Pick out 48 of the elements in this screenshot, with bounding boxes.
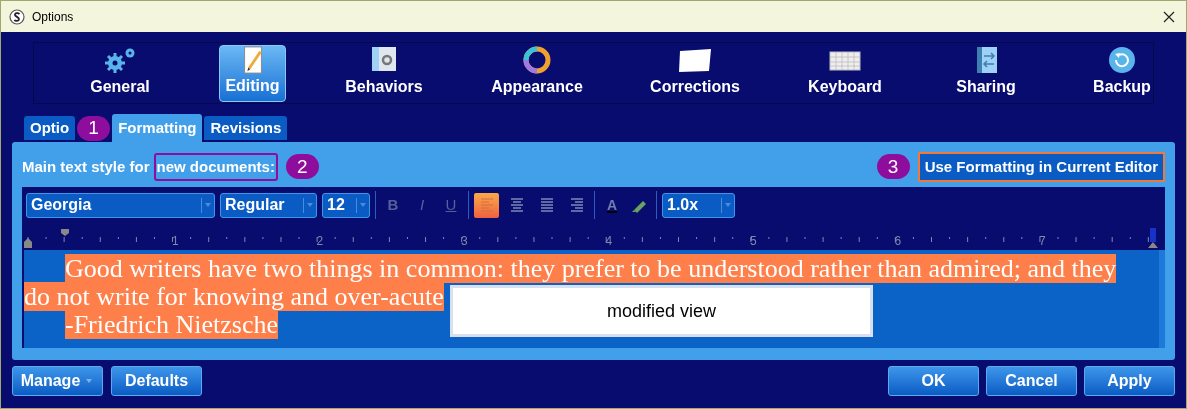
number-badge: 3 [876, 154, 910, 180]
caret-icon [722, 201, 734, 209]
tab[interactable]: Optio [24, 116, 76, 140]
footer-button[interactable]: Apply [1084, 366, 1175, 396]
caret-icon [357, 201, 369, 209]
footer-button[interactable]: Cancel [986, 366, 1077, 396]
number-badge: 1 [77, 115, 111, 141]
category-tab[interactable]: Sharing [951, 44, 1021, 102]
size-dropdown[interactable]: 12 [322, 192, 370, 218]
style-label: Main text style for [22, 156, 150, 177]
ruler-number: 2 [316, 235, 325, 247]
style-dropdown[interactable]: Regular [220, 192, 317, 218]
ruler-number: 5 [750, 235, 758, 247]
overlay-label: modified view [450, 285, 873, 337]
ruler-number: 4 [605, 235, 614, 247]
footer-button[interactable]: Manage [12, 366, 103, 396]
align-icon [509, 197, 524, 213]
align-icon [539, 197, 554, 213]
caret-icon [304, 201, 316, 209]
category-tab[interactable]: Behaviors [340, 44, 428, 102]
align-icon [479, 197, 494, 213]
text-color-button[interactable]: A [600, 193, 624, 217]
footer-button[interactable]: Defaults [111, 366, 202, 396]
text-editor[interactable]: Good writers have two things in common: they prefer to be understood rather than admired; and they do not write for knowing and over-acute -Friedrich Nietzsche modified view [22, 250, 1165, 348]
highlighted-label: new documents: [153, 153, 278, 181]
font-dropdown[interactable]: Georgia [26, 192, 215, 218]
category-tab[interactable]: Keyboard [803, 44, 887, 102]
use-formatting-button[interactable]: Use Formatting in Current Editor [917, 152, 1165, 182]
footer-button[interactable]: OK [888, 366, 979, 396]
ruler-number: 7 [1039, 235, 1047, 247]
category-tab[interactable]: General [85, 44, 155, 102]
ruler-number: 6 [894, 235, 903, 247]
category-tab[interactable]: Appearance [486, 44, 588, 102]
tab[interactable]: Revisions [204, 116, 288, 140]
category-tab[interactable]: Editing [219, 44, 286, 102]
app-logo-icon [9, 8, 25, 25]
align-button[interactable] [474, 192, 499, 218]
spacing-dropdown[interactable]: 1.0x [662, 192, 735, 218]
number-badge: 2 [285, 154, 319, 180]
category-tab[interactable]: Corrections [645, 44, 745, 102]
caret-icon [84, 377, 95, 385]
ruler-number: 1 [172, 235, 180, 247]
window-title: Options [32, 8, 75, 26]
close-icon[interactable] [1163, 10, 1175, 23]
align-icon [569, 197, 584, 213]
category-tab[interactable]: Backup [1088, 44, 1156, 102]
ruler-number: 3 [461, 235, 469, 247]
caret-icon [202, 201, 214, 209]
